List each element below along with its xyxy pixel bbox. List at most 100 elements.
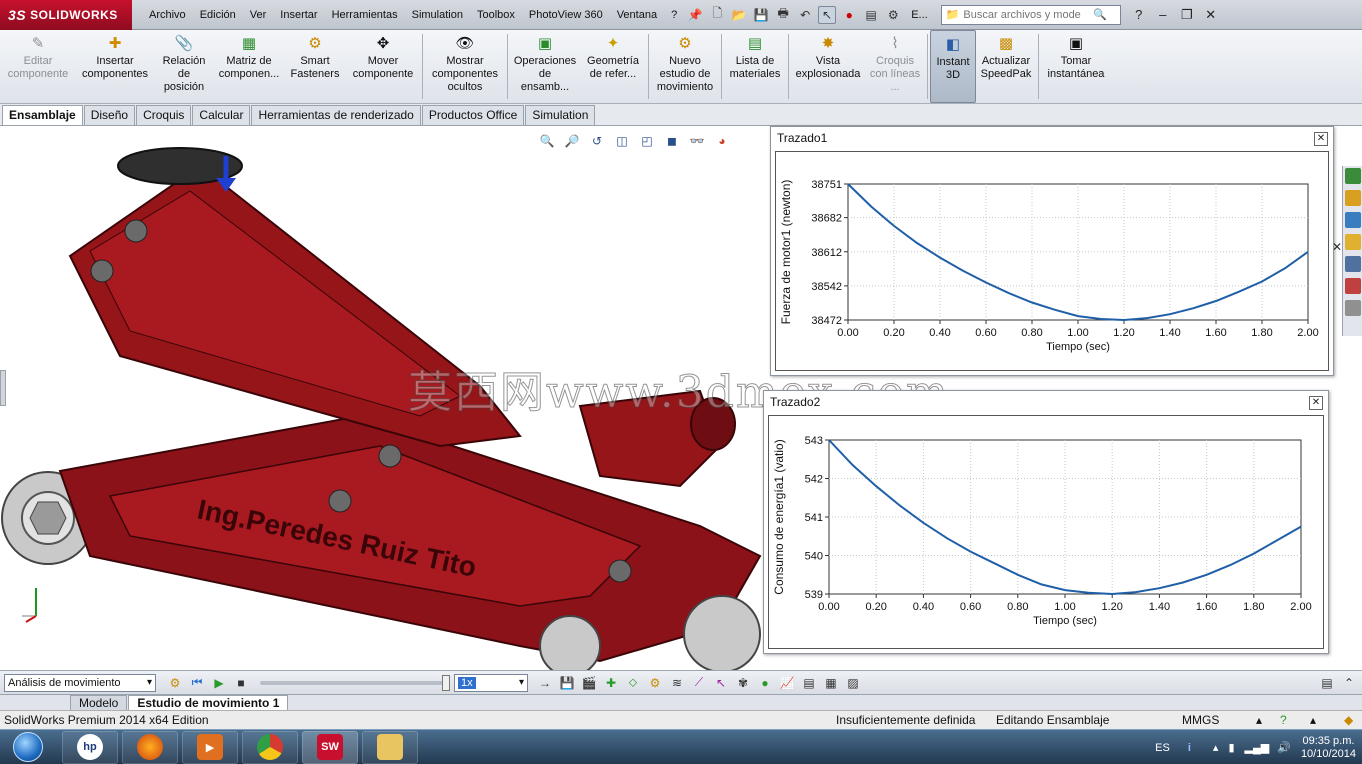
- results-plots-icon[interactable]: 📈: [778, 674, 796, 692]
- menu-simulation[interactable]: Simulation: [405, 0, 470, 30]
- solidworks-logo[interactable]: 3S SOLIDWORKS: [0, 0, 132, 30]
- taskbar-chrome[interactable]: [242, 730, 298, 764]
- units-arrow-icon[interactable]: ▴: [1256, 713, 1262, 727]
- spring-icon[interactable]: ≋: [668, 674, 686, 692]
- plot-window-2[interactable]: Trazado2 ✕ 0.00 0.20 0.40 0.60 0.80 1.00 1.20 1…: [763, 390, 1329, 654]
- file-explorer-icon[interactable]: [1344, 234, 1361, 250]
- tab-modelo[interactable]: Modelo: [70, 695, 128, 710]
- appearance-icon[interactable]: ◕: [713, 132, 731, 150]
- taskbar-hp[interactable]: hp: [62, 730, 118, 764]
- undo-icon[interactable]: ↶: [796, 6, 814, 24]
- tab-croquis[interactable]: Croquis: [136, 105, 192, 125]
- move-component-button[interactable]: ✥ Mover componente: [346, 30, 420, 103]
- search-box[interactable]: 📁 🔍: [940, 4, 1121, 25]
- play-from-start-icon[interactable]: ⏮: [188, 674, 206, 692]
- assembly-features-button[interactable]: ▣ Operaciones de ensamb...: [510, 30, 580, 103]
- units-status[interactable]: MMGS: [1182, 713, 1219, 727]
- previous-view-icon[interactable]: ↺: [588, 132, 606, 150]
- network-icon[interactable]: ▮: [1228, 741, 1234, 754]
- info-icon[interactable]: i: [1188, 742, 1191, 754]
- close-icon[interactable]: ✕: [1199, 5, 1223, 25]
- force-icon[interactable]: ↖: [712, 674, 730, 692]
- appearances-icon[interactable]: [1344, 278, 1361, 294]
- collapse-motion-icon[interactable]: ▤: [1318, 674, 1336, 692]
- zoom-timeline-icon[interactable]: ▨: [844, 674, 862, 692]
- menu-help[interactable]: ?: [664, 0, 684, 30]
- menu-edicion[interactable]: Edición: [193, 0, 243, 30]
- filter-icon[interactable]: ▦: [822, 674, 840, 692]
- select-arrow-icon[interactable]: ↖: [818, 5, 837, 24]
- tab-estudio-movimiento[interactable]: Estudio de movimiento 1: [128, 695, 289, 710]
- menu-ver[interactable]: Ver: [243, 0, 274, 30]
- print-icon[interactable]: 🖶: [774, 6, 792, 24]
- design-library-icon[interactable]: [1344, 212, 1361, 228]
- display-style-icon[interactable]: ◼: [663, 132, 681, 150]
- custom-properties-icon[interactable]: [1344, 300, 1361, 316]
- tab-diseno[interactable]: Diseño: [83, 105, 136, 125]
- contact-icon[interactable]: ✾: [734, 674, 752, 692]
- tab-herramientas-renderizado[interactable]: Herramientas de renderizado: [251, 105, 421, 125]
- view-orientation-icon[interactable]: ◰: [638, 132, 656, 150]
- autokey-icon[interactable]: ✚: [602, 674, 620, 692]
- menu-ventana[interactable]: Ventana: [610, 0, 664, 30]
- menu-herramientas[interactable]: Herramientas: [325, 0, 405, 30]
- hide-show-icon[interactable]: 👓: [688, 132, 706, 150]
- clock[interactable]: 09:35 p.m. 10/10/2014: [1301, 735, 1356, 761]
- show-hidden-components-button[interactable]: 👁 Mostrar componentes ocultos: [425, 30, 505, 103]
- animation-wizard-icon[interactable]: 🎬: [580, 674, 598, 692]
- stop-icon[interactable]: ■: [232, 674, 250, 692]
- tab-productos-office[interactable]: Productos Office: [421, 105, 525, 125]
- tag-icon[interactable]: ◆: [1344, 713, 1353, 727]
- taskbar-file-explorer[interactable]: [362, 730, 418, 764]
- tab-calcular[interactable]: Calcular: [192, 105, 251, 125]
- mate-button[interactable]: 📎 Relación de posición: [154, 30, 214, 103]
- smart-fasteners-button[interactable]: ⚙ Smart Fasteners: [284, 30, 346, 103]
- restore-icon[interactable]: ❐: [1175, 5, 1199, 25]
- study-type-select[interactable]: Análisis de movimiento: [4, 673, 156, 692]
- pin-icon[interactable]: 📌: [686, 6, 704, 24]
- resources-icon[interactable]: [1344, 168, 1361, 184]
- help-icon[interactable]: ?: [1127, 5, 1151, 25]
- volume-icon[interactable]: 🔊: [1277, 741, 1291, 754]
- zoom-to-fit-icon[interactable]: 🔍: [538, 132, 556, 150]
- customize-icon[interactable]: ▴: [1310, 713, 1316, 727]
- reference-geometry-button[interactable]: ✦ Geometría de refer...: [580, 30, 646, 103]
- language-indicator[interactable]: ES: [1155, 742, 1170, 754]
- file-properties-icon[interactable]: ▤: [862, 6, 880, 24]
- rebuild-icon[interactable]: ?: [1280, 713, 1287, 727]
- view-palette-icon[interactable]: [1344, 256, 1361, 272]
- exploded-view-button[interactable]: ✸ Vista explosionada: [791, 30, 865, 103]
- bill-of-materials-button[interactable]: ▤ Lista de materiales: [724, 30, 786, 103]
- plot-close-button[interactable]: ✕: [1309, 396, 1323, 410]
- save-animation-icon[interactable]: 💾: [558, 674, 576, 692]
- menu-photoview[interactable]: PhotoView 360: [522, 0, 610, 30]
- menu-overflow[interactable]: E...: [904, 0, 935, 30]
- play-icon[interactable]: ▶: [210, 674, 228, 692]
- damper-icon[interactable]: ⟋: [690, 674, 708, 692]
- taskbar-media-player[interactable]: ▶: [182, 730, 238, 764]
- taskbar-firefox[interactable]: [122, 730, 178, 764]
- playback-mode-icon[interactable]: →: [536, 674, 554, 692]
- menu-archivo[interactable]: Archivo: [142, 0, 193, 30]
- motor-icon[interactable]: ⚙: [646, 674, 664, 692]
- tab-ensamblaje[interactable]: Ensamblaje: [2, 105, 83, 125]
- add-key-icon[interactable]: ⬦: [624, 674, 642, 692]
- home-icon[interactable]: [1344, 190, 1361, 206]
- instant3d-button[interactable]: ◧ Instant 3D: [930, 30, 976, 103]
- motion-properties-icon[interactable]: ▤: [800, 674, 818, 692]
- minimize-icon[interactable]: –: [1151, 5, 1175, 25]
- playback-slider-thumb[interactable]: [442, 674, 450, 691]
- search-icon[interactable]: 🔍: [1093, 8, 1107, 21]
- update-speedpak-button[interactable]: ▩ Actualizar SpeedPak: [976, 30, 1036, 103]
- search-input[interactable]: [963, 8, 1094, 21]
- options-icon[interactable]: ⚙: [884, 6, 902, 24]
- edit-component-button[interactable]: ✎ Editar componente: [0, 30, 76, 103]
- menu-toolbox[interactable]: Toolbox: [470, 0, 522, 30]
- component-pattern-button[interactable]: ▦ Matriz de componen...: [214, 30, 284, 103]
- plot-close-button[interactable]: ✕: [1314, 132, 1328, 146]
- signal-icon[interactable]: ▂▄▆: [1245, 741, 1270, 754]
- menu-insertar[interactable]: Insertar: [273, 0, 324, 30]
- insert-components-button[interactable]: ✚ Insertar componentes: [76, 30, 154, 103]
- save-icon[interactable]: 💾: [752, 6, 770, 24]
- take-snapshot-button[interactable]: ▣ Tomar instantánea: [1041, 30, 1111, 103]
